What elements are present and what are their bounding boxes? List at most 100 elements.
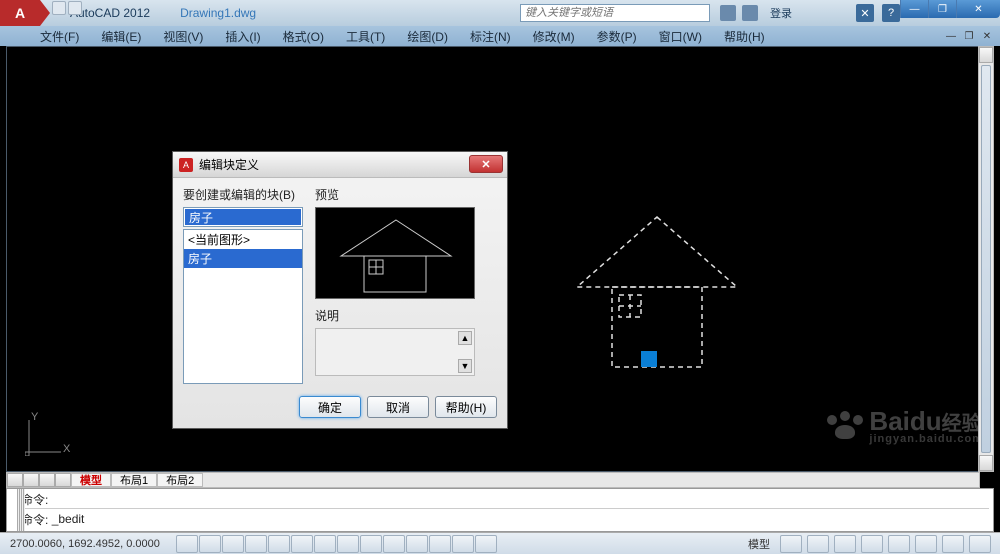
status-btn-lwt[interactable] bbox=[383, 535, 405, 553]
title-bar: A AutoCAD 2012 Drawing1.dwg 登录 ✕ ? — ❐ ✕ bbox=[0, 0, 1000, 26]
doc-restore-button[interactable]: ❐ bbox=[962, 29, 976, 43]
status-coordinates[interactable]: 2700.0060, 1692.4952, 0.0000 bbox=[0, 538, 170, 550]
dialog-close-button[interactable]: ✕ bbox=[469, 155, 503, 173]
scroll-down-button[interactable] bbox=[979, 455, 993, 471]
status-btn-right-6[interactable] bbox=[915, 535, 937, 553]
status-btn-right-8[interactable] bbox=[969, 535, 991, 553]
block-name-label: 要创建或编辑的块(B) bbox=[183, 186, 303, 203]
menu-help[interactable]: 帮助(H) bbox=[714, 26, 775, 47]
exchange-icon[interactable]: ✕ bbox=[856, 4, 874, 22]
menu-modify[interactable]: 修改(M) bbox=[523, 26, 585, 47]
block-name-combo[interactable]: 房子 bbox=[183, 207, 303, 227]
status-bar: 2700.0060, 1692.4952, 0.0000 模型 bbox=[0, 532, 1000, 554]
dialog-logo-icon: A bbox=[179, 158, 193, 172]
status-btn-snap[interactable] bbox=[176, 535, 198, 553]
preview-box bbox=[315, 207, 475, 299]
dialog-title-bar[interactable]: A 编辑块定义 ✕ bbox=[173, 152, 507, 178]
status-btn-right-1[interactable] bbox=[780, 535, 802, 553]
layout-tab-1[interactable]: 布局1 bbox=[111, 473, 157, 487]
command-input[interactable]: 命令: _bedit bbox=[21, 508, 989, 529]
block-name-value: 房子 bbox=[185, 209, 301, 225]
menu-window[interactable]: 窗口(W) bbox=[649, 26, 712, 47]
scroll-thumb[interactable] bbox=[981, 65, 991, 453]
watermark: Baidu经验 jingyan.baidu.com bbox=[825, 406, 983, 445]
status-btn-sc[interactable] bbox=[452, 535, 474, 553]
cancel-button[interactable]: 取消 bbox=[367, 396, 429, 418]
status-btn-otrack[interactable] bbox=[314, 535, 336, 553]
maximize-button[interactable]: ❐ bbox=[928, 0, 956, 18]
status-btn-osnap[interactable] bbox=[268, 535, 290, 553]
status-btn-3dosnap[interactable] bbox=[291, 535, 313, 553]
ok-button[interactable]: 确定 bbox=[299, 396, 361, 418]
status-toggle-group bbox=[176, 535, 498, 553]
user-icon[interactable] bbox=[742, 5, 758, 21]
ucs-y-label: Y bbox=[31, 411, 38, 423]
menu-file[interactable]: 文件(F) bbox=[30, 26, 89, 47]
status-btn-grid[interactable] bbox=[199, 535, 221, 553]
menu-view[interactable]: 视图(V) bbox=[153, 26, 213, 47]
scroll-up-button[interactable] bbox=[979, 47, 993, 63]
status-btn-right-2[interactable] bbox=[807, 535, 829, 553]
status-btn-ducs[interactable] bbox=[337, 535, 359, 553]
list-item[interactable]: 房子 bbox=[184, 249, 302, 268]
infocenter-icon[interactable] bbox=[720, 5, 736, 21]
paw-icon bbox=[825, 411, 865, 441]
window-close-button[interactable]: ✕ bbox=[956, 0, 1000, 18]
help-button[interactable]: 帮助(H) bbox=[435, 396, 497, 418]
status-btn-ortho[interactable] bbox=[222, 535, 244, 553]
status-btn-ann[interactable] bbox=[475, 535, 497, 553]
search-input[interactable] bbox=[520, 4, 710, 22]
dialog-title-text: 编辑块定义 bbox=[199, 156, 259, 173]
selected-block-house[interactable] bbox=[567, 207, 747, 382]
layout-tab-bar: 模型 布局1 布局2 bbox=[6, 472, 980, 488]
qat-button[interactable] bbox=[52, 1, 66, 15]
doc-minimize-button[interactable]: — bbox=[944, 29, 958, 43]
layout-tab-model[interactable]: 模型 bbox=[71, 473, 111, 487]
app-logo[interactable]: A bbox=[0, 0, 40, 26]
menu-edit[interactable]: 编辑(E) bbox=[91, 26, 151, 47]
ucs-x-label: X bbox=[63, 443, 70, 455]
menu-tools[interactable]: 工具(T) bbox=[336, 26, 395, 47]
status-btn-tpy[interactable] bbox=[406, 535, 428, 553]
tab-scroll-last[interactable] bbox=[55, 473, 71, 487]
status-btn-right-7[interactable] bbox=[942, 535, 964, 553]
preview-label: 预览 bbox=[315, 186, 497, 203]
layout-tab-2[interactable]: 布局2 bbox=[157, 473, 203, 487]
tab-scroll-first[interactable] bbox=[7, 473, 23, 487]
document-name: Drawing1.dwg bbox=[180, 6, 256, 20]
status-btn-right-3[interactable] bbox=[834, 535, 856, 553]
block-listbox[interactable]: <当前图形> 房子 bbox=[183, 229, 303, 384]
tab-scroll-prev[interactable] bbox=[23, 473, 39, 487]
app-name: AutoCAD 2012 bbox=[70, 6, 150, 20]
desc-scroll-down[interactable]: ▼ bbox=[458, 359, 472, 373]
grip-handle[interactable] bbox=[639, 349, 659, 374]
command-history-line: 命令: bbox=[21, 491, 989, 508]
qat-dropdown[interactable] bbox=[68, 1, 82, 15]
menu-parametric[interactable]: 参数(P) bbox=[587, 26, 647, 47]
edit-block-definition-dialog: A 编辑块定义 ✕ 要创建或编辑的块(B) 房子 <当前图形> 房子 预览 bbox=[172, 151, 508, 429]
menu-format[interactable]: 格式(O) bbox=[273, 26, 334, 47]
command-drag-handle[interactable] bbox=[17, 489, 25, 531]
login-button[interactable]: 登录 bbox=[770, 5, 792, 21]
menu-dimension[interactable]: 标注(N) bbox=[460, 26, 521, 47]
list-item[interactable]: <当前图形> bbox=[184, 230, 302, 249]
doc-close-button[interactable]: ✕ bbox=[980, 29, 994, 43]
command-line-panel: 命令: 命令: _bedit bbox=[6, 488, 994, 532]
tab-scroll-next[interactable] bbox=[39, 473, 55, 487]
help-icon[interactable]: ? bbox=[882, 4, 900, 22]
status-btn-qp[interactable] bbox=[429, 535, 451, 553]
status-btn-polar[interactable] bbox=[245, 535, 267, 553]
menu-bar: 文件(F) 编辑(E) 视图(V) 插入(I) 格式(O) 工具(T) 绘图(D… bbox=[0, 26, 1000, 46]
description-textarea[interactable]: ▲ ▼ bbox=[315, 328, 475, 376]
status-btn-dyn[interactable] bbox=[360, 535, 382, 553]
description-label: 说明 bbox=[315, 307, 497, 324]
menu-draw[interactable]: 绘图(D) bbox=[397, 26, 458, 47]
menu-insert[interactable]: 插入(I) bbox=[215, 26, 270, 47]
minimize-button[interactable]: — bbox=[900, 0, 928, 18]
desc-scroll-up[interactable]: ▲ bbox=[458, 331, 472, 345]
status-model-button[interactable]: 模型 bbox=[742, 536, 776, 552]
status-btn-right-4[interactable] bbox=[861, 535, 883, 553]
quick-access-toolbar bbox=[52, 1, 82, 15]
vertical-scrollbar[interactable] bbox=[978, 46, 994, 472]
status-btn-right-5[interactable] bbox=[888, 535, 910, 553]
